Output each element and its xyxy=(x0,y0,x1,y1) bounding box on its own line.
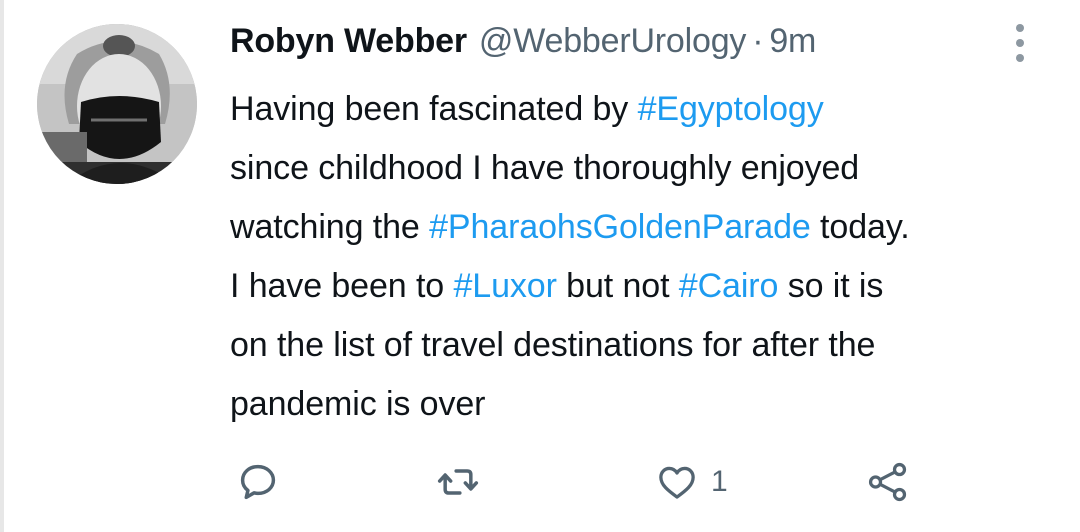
tweet-line: watching the #PharaohsGoldenParade today… xyxy=(230,198,1060,257)
separator-dot: · xyxy=(752,22,764,60)
author-handle[interactable]: @WebberUrology xyxy=(479,22,747,61)
tweet-line: Having been fascinated by #Egyptology xyxy=(230,80,1060,139)
tweet-text-segment: I have been to xyxy=(230,267,454,305)
tweet-text-segment: pandemic is over xyxy=(230,385,486,423)
avatar-photo xyxy=(37,24,197,184)
heart-icon xyxy=(659,466,695,499)
tweet-text-segment: Having been fascinated by xyxy=(230,90,638,128)
tweet-text-segment: watching the xyxy=(230,208,430,246)
tweet-actions: 1 xyxy=(230,452,1060,512)
share-button[interactable] xyxy=(865,452,911,512)
reply-icon xyxy=(240,464,276,500)
tweet-text-segment: so it is xyxy=(778,267,884,305)
share-icon xyxy=(868,462,907,502)
tweet-header: Robyn Webber @WebberUrology · 9m xyxy=(230,22,816,68)
tweet-line: since childhood I have thoroughly enjoye… xyxy=(230,139,1060,198)
tweet-line: pandemic is over xyxy=(230,375,1060,434)
avatar[interactable] xyxy=(37,24,197,184)
hashtag-link[interactable]: #Cairo xyxy=(679,267,779,305)
tweet-card[interactable]: Robyn Webber @WebberUrology · 9m Having … xyxy=(0,0,1080,532)
like-button[interactable]: 1 xyxy=(655,452,728,512)
author-name[interactable]: Robyn Webber xyxy=(230,22,467,61)
hashtag-link[interactable]: #Luxor xyxy=(453,267,556,305)
tweet-text-segment: today. xyxy=(810,208,910,246)
tweet-text-segment: since childhood I have thoroughly enjoye… xyxy=(230,149,860,187)
tweet-line: on the list of travel destinations for a… xyxy=(230,316,1060,375)
tweet-text: Having been fascinated by #Egyptology sin… xyxy=(230,80,1060,434)
more-options-icon[interactable] xyxy=(1006,20,1034,64)
timestamp[interactable]: 9m xyxy=(769,22,816,61)
tweet-text-segment: but not xyxy=(556,267,679,305)
retweet-button[interactable] xyxy=(436,452,480,512)
tweet-line: I have been to #Luxor but not #Cairo so … xyxy=(230,257,1060,316)
tweet-text-segment: on the list of travel destinations for a… xyxy=(230,326,876,364)
reply-button[interactable] xyxy=(236,452,280,512)
retweet-icon xyxy=(437,469,479,495)
hashtag-link[interactable]: #Egyptology xyxy=(638,90,824,128)
hashtag-link[interactable]: #PharaohsGoldenParade xyxy=(429,208,811,246)
left-divider xyxy=(0,0,4,532)
like-count: 1 xyxy=(711,465,728,498)
